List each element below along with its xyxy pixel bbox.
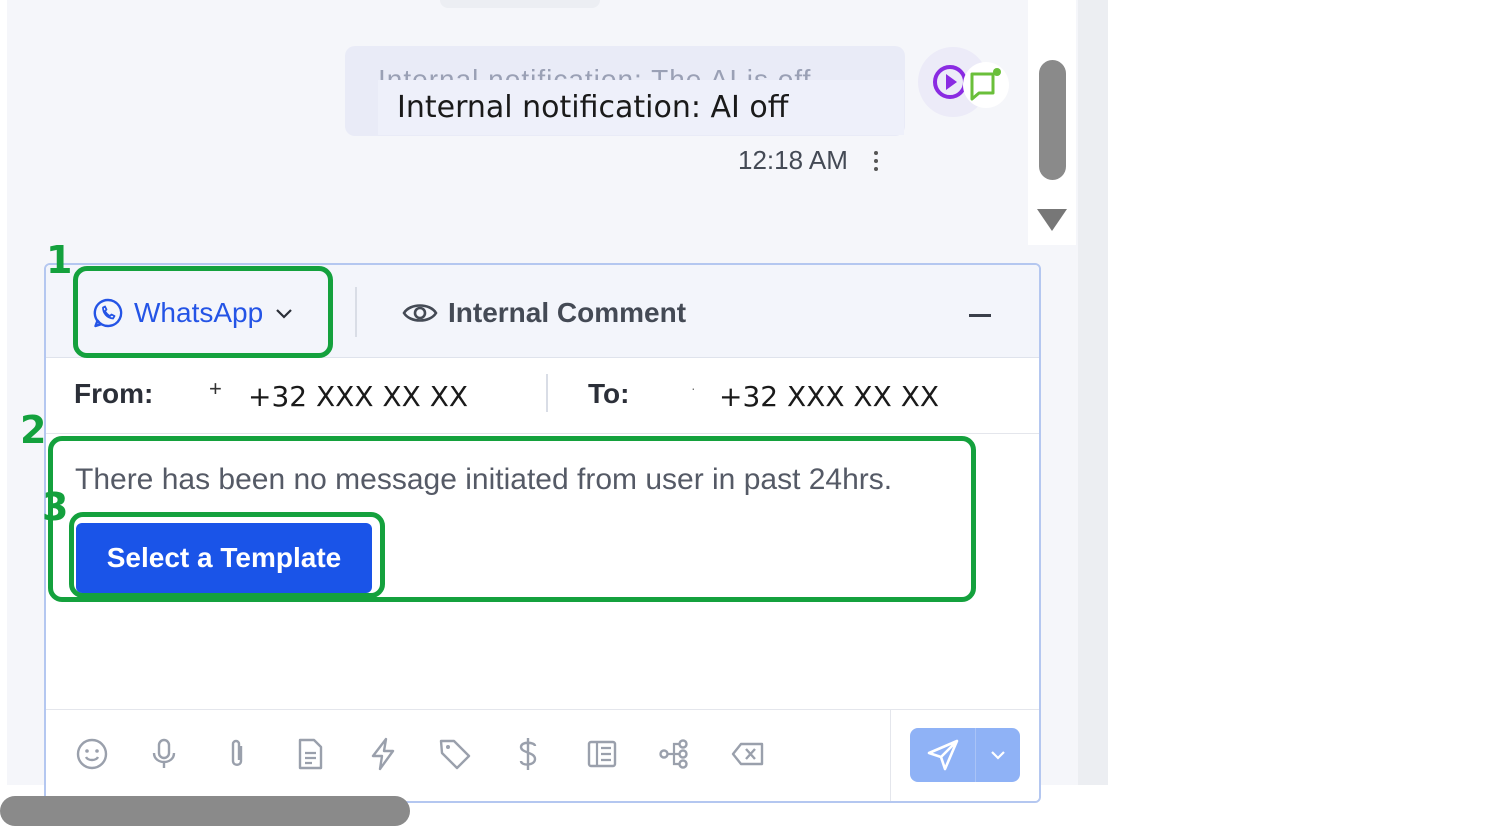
select-template-button[interactable]: Select a Template xyxy=(76,523,372,593)
quick-reply-button[interactable] xyxy=(365,736,401,772)
lightning-icon xyxy=(371,737,395,771)
tag-icon xyxy=(439,739,471,770)
annotation-label-1: 1 xyxy=(46,238,73,282)
channel-tabbar: WhatsApp Internal Comment xyxy=(46,265,1039,358)
voice-button[interactable] xyxy=(146,736,182,772)
send-button-group xyxy=(910,728,1020,782)
microphone-icon xyxy=(152,738,176,768)
horizontal-scroll-thumb[interactable] xyxy=(0,796,410,826)
toolbar-divider xyxy=(890,710,891,801)
article-icon xyxy=(587,740,617,768)
from-label: From: xyxy=(74,378,154,409)
workflow-button[interactable] xyxy=(656,736,692,772)
left-edge xyxy=(0,0,7,785)
chevron-down-icon xyxy=(991,751,1005,760)
attach-button[interactable] xyxy=(219,736,255,772)
minimize-button[interactable] xyxy=(966,300,996,330)
tab-internal-comment[interactable]: Internal Comment xyxy=(402,293,686,333)
chat-sms-icon xyxy=(970,68,1001,101)
knowledge-base-button[interactable] xyxy=(584,736,620,772)
from-to-divider xyxy=(546,374,548,412)
channel-badge xyxy=(963,62,1009,108)
emoji-button[interactable] xyxy=(74,736,110,772)
annotation-label-2: 2 xyxy=(20,408,47,452)
message-text: Internal notification: AI off xyxy=(397,90,789,125)
paperclip-icon xyxy=(231,739,243,766)
tab-internal-comment-label: Internal Comment xyxy=(448,297,687,328)
clear-button[interactable] xyxy=(730,736,766,772)
workflow-icon xyxy=(659,739,688,769)
annotation-label-3: 3 xyxy=(42,485,69,529)
from-prefix: + xyxy=(209,376,222,401)
tag-button[interactable] xyxy=(437,736,473,772)
message-more-button[interactable] xyxy=(868,148,884,181)
to-prefix: · xyxy=(691,380,696,396)
document-button[interactable] xyxy=(292,736,328,772)
24h-window-notice: There has been no message initiated from… xyxy=(75,463,893,496)
clear-icon xyxy=(731,742,764,766)
send-options-button[interactable] xyxy=(976,728,1020,782)
screen: Internal notification: The AI is off Int… xyxy=(0,0,1500,831)
tab-whatsapp[interactable]: WhatsApp xyxy=(92,293,295,333)
reply-composer: WhatsApp Internal Comment From: + +32 XX… xyxy=(44,263,1041,803)
right-rail xyxy=(1078,0,1108,785)
previous-message-edge xyxy=(440,0,600,8)
triangle-down-icon xyxy=(1037,209,1067,231)
chevron-down-icon xyxy=(276,309,292,319)
send-icon xyxy=(927,739,958,771)
send-button[interactable] xyxy=(910,728,976,782)
message-timestamp: 12:18 AM xyxy=(738,145,848,175)
whatsapp-icon xyxy=(93,298,123,328)
from-number-select[interactable]: +32 XXX XX XX xyxy=(248,380,468,413)
to-label: To: xyxy=(588,378,630,409)
document-icon xyxy=(298,738,323,770)
kebab-icon xyxy=(874,151,878,171)
vertical-scroll-thumb[interactable] xyxy=(1039,60,1066,180)
emoji-icon xyxy=(76,738,108,770)
dollar-icon xyxy=(519,738,537,770)
tab-whatsapp-label: WhatsApp xyxy=(134,297,264,328)
scroll-down-button[interactable] xyxy=(1035,205,1069,233)
message-ghost-text: Internal notification: The AI is off xyxy=(378,68,811,80)
from-to-row: From: + +32 XXX XX XX To: · +32 XXX XX X… xyxy=(46,358,1039,434)
tab-divider xyxy=(355,287,357,337)
payment-button[interactable] xyxy=(510,736,546,772)
to-number-select[interactable]: +32 XXX XX XX xyxy=(719,380,939,413)
eye-icon xyxy=(402,304,438,322)
composer-toolbar xyxy=(46,709,1039,801)
